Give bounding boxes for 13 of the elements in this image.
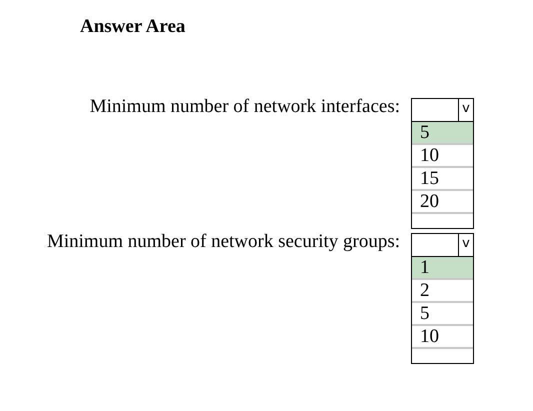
answer-area-title: Answer Area: [80, 16, 186, 38]
question-label: Minimum number of network interfaces:: [90, 96, 400, 118]
dropdown-option[interactable]: 5: [412, 122, 473, 145]
dropdown-option[interactable]: 10: [412, 326, 473, 349]
dropdown-option[interactable]: 20: [412, 191, 473, 214]
dropdown-option[interactable]: 1: [412, 257, 473, 280]
dropdown-caret[interactable]: v: [458, 99, 473, 121]
dropdown-option[interactable]: 10: [412, 145, 473, 168]
dropdown-list[interactable]: v 1 2 5 10: [411, 233, 474, 364]
question-label: Minimum number of network security groups:: [46, 231, 400, 253]
dropdown-option[interactable]: 2: [412, 280, 473, 303]
dropdown-list[interactable]: v 5 10 15 20: [411, 98, 474, 229]
dropdown-caret[interactable]: v: [458, 234, 473, 256]
